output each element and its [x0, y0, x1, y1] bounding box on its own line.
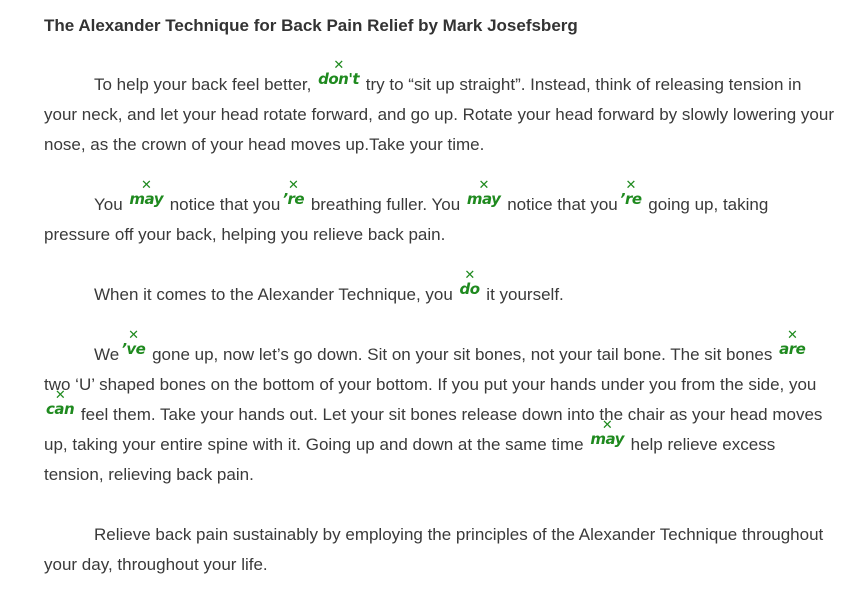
paragraph-1: To help your back feel better, ✕ don't tr…	[44, 59, 837, 160]
contraction-badge: ✕ do	[460, 269, 481, 298]
paragraph-4: We ✕’ve gone up, now let’s go down. Sit o…	[44, 329, 837, 490]
paragraph-text: gone up, now let’s go down. Sit on your …	[147, 345, 778, 364]
paragraph-text: two ‘U’ shaped bones on the bottom of yo…	[44, 375, 817, 394]
cross-mark-icon: ✕	[288, 178, 299, 193]
contraction-badge: ✕ may	[590, 419, 624, 448]
contraction-badge: ✕’re	[282, 179, 304, 208]
cross-mark-icon: ✕	[786, 328, 798, 343]
cross-mark-icon: ✕	[478, 178, 489, 193]
paragraph-3: When it comes to the Alexander Technique…	[44, 269, 837, 310]
paragraph-text: To help your back feel better,	[94, 75, 317, 94]
contraction-badge: ✕ can	[46, 389, 75, 418]
contraction-badge: ✕ don't	[318, 59, 359, 88]
cross-mark-icon: ✕	[601, 418, 613, 433]
contraction-badge: ✕ may	[467, 179, 501, 208]
cross-mark-icon: ✕	[141, 178, 152, 193]
cross-mark-icon: ✕	[464, 268, 475, 283]
article-title: The Alexander Technique for Back Pain Re…	[44, 16, 578, 35]
paragraph-text: notice that you	[165, 195, 281, 214]
paragraph-5: Relieve back pain sustainably by employi…	[44, 520, 837, 580]
contraction-badge: ✕’re	[620, 179, 642, 208]
article: The Alexander Technique for Back Pain Re…	[0, 0, 851, 580]
paragraph-text: You	[94, 195, 128, 214]
paragraph-text: breathing fuller. You	[306, 195, 465, 214]
paragraph-text: it yourself.	[481, 285, 564, 304]
cross-mark-icon: ✕	[128, 328, 139, 343]
contraction-badge: ✕ may	[129, 179, 163, 208]
contraction-badge: ✕ are	[779, 329, 806, 358]
paragraph-text: We	[94, 345, 120, 364]
cross-mark-icon: ✕	[333, 58, 344, 73]
paragraph-text: When it comes to the Alexander Technique…	[94, 285, 458, 304]
cross-mark-icon: ✕	[54, 388, 66, 403]
paragraph-2: You ✕ may notice that you ✕’re breathing f…	[44, 179, 837, 250]
paragraph-text: notice that you	[502, 195, 618, 214]
contraction-badge: ✕’ve	[121, 329, 146, 358]
paragraph-text: Relieve back pain sustainably by employi…	[44, 525, 824, 574]
cross-mark-icon: ✕	[625, 178, 636, 193]
